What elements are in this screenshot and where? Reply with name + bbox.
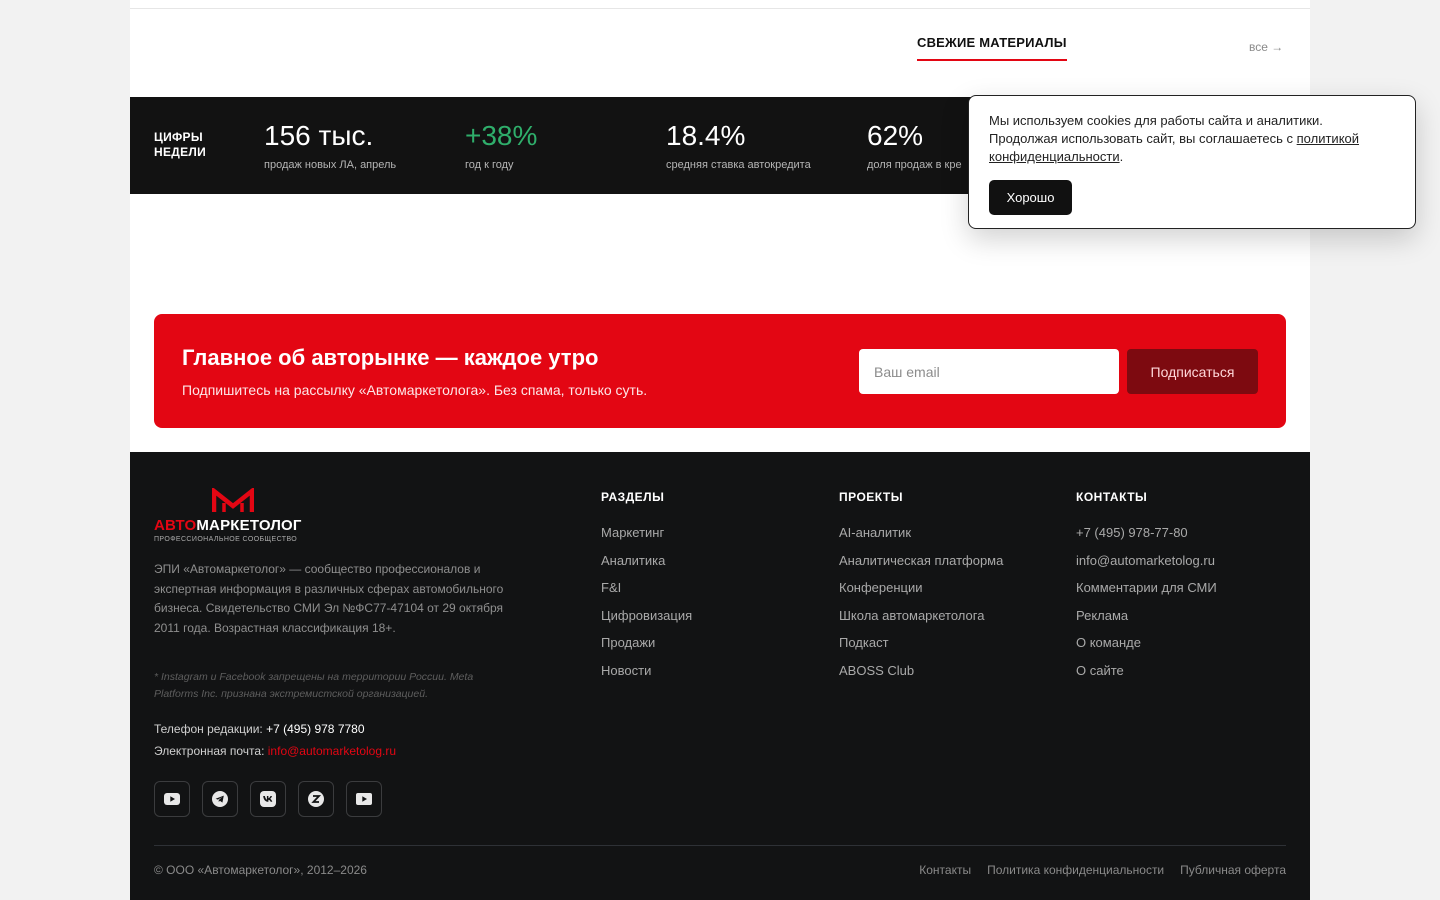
stat-item: 62% доля продаж в кре bbox=[867, 119, 962, 171]
footer-link-ai-analyst[interactable]: AI-аналитик bbox=[839, 523, 1003, 551]
footer-link-phone[interactable]: +7 (495) 978-77-80 bbox=[1076, 523, 1217, 551]
stats-label: ЦИФРЫ НЕДЕЛИ bbox=[154, 130, 207, 159]
footer-link-marketing[interactable]: Маркетинг bbox=[601, 523, 692, 551]
social-telegram[interactable] bbox=[202, 781, 238, 817]
footer-link-analytics[interactable]: Аналитика bbox=[601, 551, 692, 579]
section-title-fresh: СВЕЖИЕ МАТЕРИАЛЫ bbox=[917, 35, 1067, 61]
footer-link-news[interactable]: Новости bbox=[601, 661, 692, 689]
rutube-icon bbox=[356, 793, 372, 805]
footer-link-email[interactable]: info@automarketolog.ru bbox=[1076, 551, 1217, 579]
footer-link-analytics-platform[interactable]: Аналитическая платформа bbox=[839, 551, 1003, 579]
logo-wordmark: АВТОМАРКЕТОЛОГ bbox=[154, 517, 302, 534]
cookie-accept-button[interactable]: Хорошо bbox=[989, 180, 1072, 215]
stat-caption: продаж новых ЛА, апрель bbox=[264, 159, 397, 171]
legal-link-contacts[interactable]: Контакты bbox=[919, 863, 971, 877]
footer-link-aboss-club[interactable]: ABOSS Club bbox=[839, 661, 1003, 689]
all-materials-link[interactable]: все → bbox=[1249, 40, 1283, 54]
subscribe-button[interactable]: Подписаться bbox=[1127, 349, 1258, 394]
copyright: © ООО «Автомаркетолог», 2012–2026 bbox=[154, 863, 367, 877]
footer-link-sales[interactable]: Продажи bbox=[601, 633, 692, 661]
divider bbox=[130, 8, 1310, 9]
social-zen[interactable] bbox=[298, 781, 334, 817]
legal-links: Контакты Политика конфиденциальности Пуб… bbox=[919, 863, 1286, 877]
newsletter-subtitle: Подпишитесь на рассылку «Автомаркетолога… bbox=[182, 382, 648, 398]
stat-value: +38% bbox=[465, 120, 538, 151]
stat-caption: доля продаж в кре bbox=[867, 159, 962, 171]
stat-value: 62% bbox=[867, 120, 924, 151]
cookie-banner: Мы используем cookies для работы сайта и… bbox=[968, 95, 1416, 229]
stat-value: 156 тыс. bbox=[264, 120, 374, 151]
stat-item: 156 тыс. продаж новых ЛА, апрель bbox=[264, 119, 396, 171]
column-title: ПРОЕКТЫ bbox=[839, 490, 904, 504]
logo-mark-icon bbox=[212, 488, 254, 512]
column-title: РАЗДЕЛЫ bbox=[601, 490, 665, 504]
vk-icon bbox=[260, 791, 276, 807]
footer-column-sections: РАЗДЕЛЫ Маркетинг Аналитика F&I Цифровиз… bbox=[601, 490, 692, 688]
email-link[interactable]: info@automarketolog.ru bbox=[268, 744, 396, 758]
footer-link-podcast[interactable]: Подкаст bbox=[839, 633, 1003, 661]
social-links bbox=[154, 781, 382, 817]
zen-icon bbox=[308, 791, 324, 807]
social-vk[interactable] bbox=[250, 781, 286, 817]
site-logo[interactable]: АВТОМАРКЕТОЛОГ ПРОФЕССИОНАЛЬНОЕ СООБЩЕСТ… bbox=[154, 488, 324, 548]
stat-item: +38% год к году bbox=[465, 119, 537, 171]
footer-column-contacts: КОНТАКТЫ +7 (495) 978-77-80 info@automar… bbox=[1076, 490, 1217, 688]
phone-link[interactable]: +7 (495) 978 7780 bbox=[266, 722, 364, 736]
youtube-icon bbox=[164, 793, 180, 805]
footer-link-school[interactable]: Школа автомаркетолога bbox=[839, 606, 1003, 634]
footer-column-projects: ПРОЕКТЫ AI-аналитик Аналитическая платфо… bbox=[839, 490, 1003, 688]
footer-link-ads[interactable]: Реклама bbox=[1076, 606, 1217, 634]
stat-caption: средняя ставка автокредита bbox=[666, 159, 811, 171]
about-text: ЭПИ «Автомаркетолог» — сообщество профес… bbox=[154, 562, 504, 635]
footer-link-about[interactable]: О сайте bbox=[1076, 661, 1217, 689]
meta-disclaimer: * Instagram и Facebook запрещены на терр… bbox=[154, 671, 474, 700]
social-rutube[interactable] bbox=[346, 781, 382, 817]
column-title: КОНТАКТЫ bbox=[1076, 490, 1148, 504]
editorial-email: Электронная почта: info@automarketolog.r… bbox=[154, 744, 397, 758]
logo-tagline: ПРОФЕССИОНАЛЬНОЕ СООБЩЕСТВО bbox=[154, 536, 298, 543]
legal-link-offer[interactable]: Публичная оферта bbox=[1180, 863, 1286, 877]
newsletter-title: Главное об авторынке — каждое утро bbox=[182, 345, 599, 370]
site-footer: АВТОМАРКЕТОЛОГ ПРОФЕССИОНАЛЬНОЕ СООБЩЕСТ… bbox=[130, 452, 1310, 900]
newsletter-banner: Главное об авторынке — каждое утро Подпи… bbox=[154, 314, 1286, 428]
social-youtube[interactable] bbox=[154, 781, 190, 817]
stat-item: 18.4% средняя ставка автокредита bbox=[666, 119, 811, 171]
stat-caption: год к году bbox=[465, 159, 514, 171]
footer-divider bbox=[154, 845, 1286, 846]
footer-link-press[interactable]: Комментарии для СМИ bbox=[1076, 578, 1217, 606]
cookie-text: Мы используем cookies для работы сайта и… bbox=[989, 113, 1360, 164]
stat-value: 18.4% bbox=[666, 120, 746, 151]
newsletter-email-input[interactable] bbox=[859, 349, 1119, 394]
legal-link-privacy[interactable]: Политика конфиденциальности bbox=[987, 863, 1164, 877]
editorial-phone: Телефон редакции: +7 (495) 978 7780 bbox=[154, 722, 365, 736]
footer-link-digital[interactable]: Цифровизация bbox=[601, 606, 692, 634]
footer-link-conferences[interactable]: Конференции bbox=[839, 578, 1003, 606]
footer-link-team[interactable]: О команде bbox=[1076, 633, 1217, 661]
footer-link-fi[interactable]: F&I bbox=[601, 578, 692, 606]
telegram-icon bbox=[212, 791, 228, 807]
